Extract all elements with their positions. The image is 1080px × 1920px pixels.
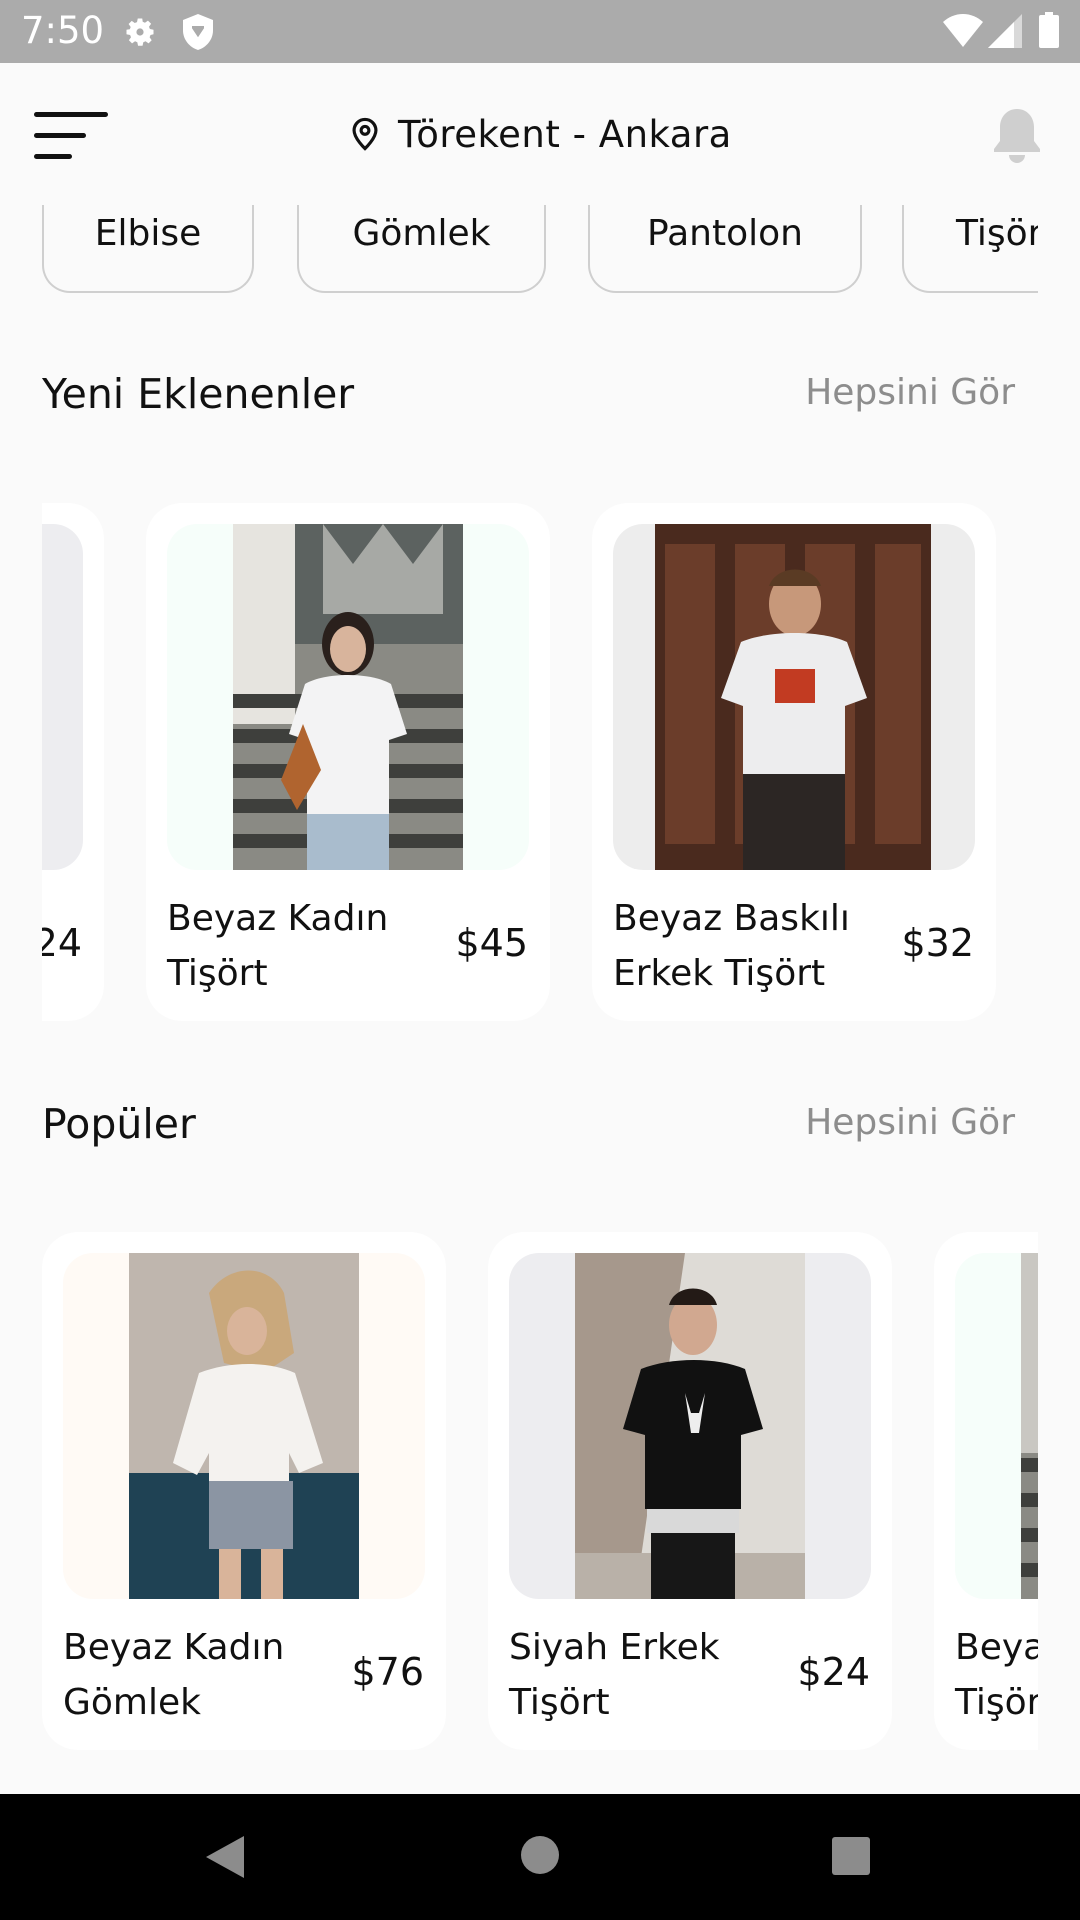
product-image xyxy=(167,524,529,870)
product-name: Beyaz Kadın Tişört xyxy=(955,1627,1038,1723)
product-price: $24 xyxy=(42,921,82,965)
product-card[interactable]: Beyaz Kadın Tişört $45 xyxy=(146,503,550,1021)
back-triangle-icon[interactable] xyxy=(204,1834,246,1880)
new-arrivals-title: Yeni Eklenenler xyxy=(42,370,355,418)
product-image xyxy=(63,1253,425,1599)
product-card[interactable]: Beyaz Kadın Gömlek $76 xyxy=(42,1232,446,1750)
category-chip-tisort[interactable]: Tişört xyxy=(902,205,1038,293)
product-card[interactable]: Siyah Erkek Tişört $24 xyxy=(488,1232,892,1750)
product-photo-woman-white-tshirt xyxy=(233,524,463,870)
gear-icon xyxy=(126,18,154,46)
product-image xyxy=(42,524,83,870)
location-selector[interactable]: Törekent - Ankara xyxy=(350,106,732,162)
recents-square-icon[interactable] xyxy=(831,1836,871,1876)
signal-icon xyxy=(988,14,1022,48)
category-chip-gomlek[interactable]: Gömlek xyxy=(297,205,546,293)
location-text: Törekent - Ankara xyxy=(398,112,732,156)
product-name: Beyaz Kadın Tişört xyxy=(167,898,389,994)
popular-see-all[interactable]: Hepsini Gör xyxy=(805,1102,1015,1143)
product-card-partial[interactable]: Beyaz Kadın Tişört xyxy=(934,1232,1038,1750)
wifi-icon xyxy=(943,14,983,47)
category-chip-elbise[interactable]: Elbise xyxy=(42,205,254,293)
menu-button[interactable] xyxy=(34,108,110,164)
popular-row: Beyaz Kadın Gömlek $76 Siyah Erkek Tişör… xyxy=(42,1232,1038,1752)
bell-icon xyxy=(994,109,1040,163)
product-name: Siyah Erkek Tişört xyxy=(509,1627,720,1723)
product-photo-woman-white-shirt xyxy=(129,1253,359,1599)
notification-button[interactable] xyxy=(990,105,1044,165)
category-chip-pantolon[interactable]: Pantolon xyxy=(588,205,862,293)
status-bar: 7:50 xyxy=(0,0,1080,63)
status-time: 7:50 xyxy=(21,9,105,52)
navigation-bar xyxy=(0,1794,1080,1920)
shield-icon xyxy=(183,14,213,50)
category-row: Elbise Gömlek Pantolon Tişört xyxy=(40,205,1038,300)
new-arrivals-see-all[interactable]: Hepsini Gör xyxy=(805,372,1015,413)
product-image xyxy=(509,1253,871,1599)
product-image xyxy=(955,1253,1038,1599)
product-card-partial[interactable]: $24 xyxy=(42,503,104,1021)
location-pin-icon xyxy=(352,117,378,151)
product-price: $32 xyxy=(901,921,974,965)
product-price: $76 xyxy=(351,1650,424,1694)
product-price: $24 xyxy=(797,1650,870,1694)
product-price: $45 xyxy=(455,921,528,965)
product-name: Beyaz Baskılı Erkek Tişört xyxy=(613,898,850,994)
product-card[interactable]: Beyaz Baskılı Erkek Tişört $32 xyxy=(592,503,996,1021)
menu-icon xyxy=(34,112,108,159)
product-photo-man-black-tshirt xyxy=(575,1253,805,1599)
product-photo-man-printed-tshirt xyxy=(655,524,931,870)
home-circle-icon[interactable] xyxy=(520,1835,560,1875)
product-name: Beyaz Kadın Gömlek xyxy=(63,1627,285,1723)
product-image xyxy=(613,524,975,870)
new-arrivals-row: $24 Beyaz xyxy=(42,503,1038,1023)
battery-icon xyxy=(1039,12,1059,48)
product-photo-woman-white-tshirt xyxy=(1021,1253,1038,1599)
popular-title: Popüler xyxy=(42,1100,196,1148)
